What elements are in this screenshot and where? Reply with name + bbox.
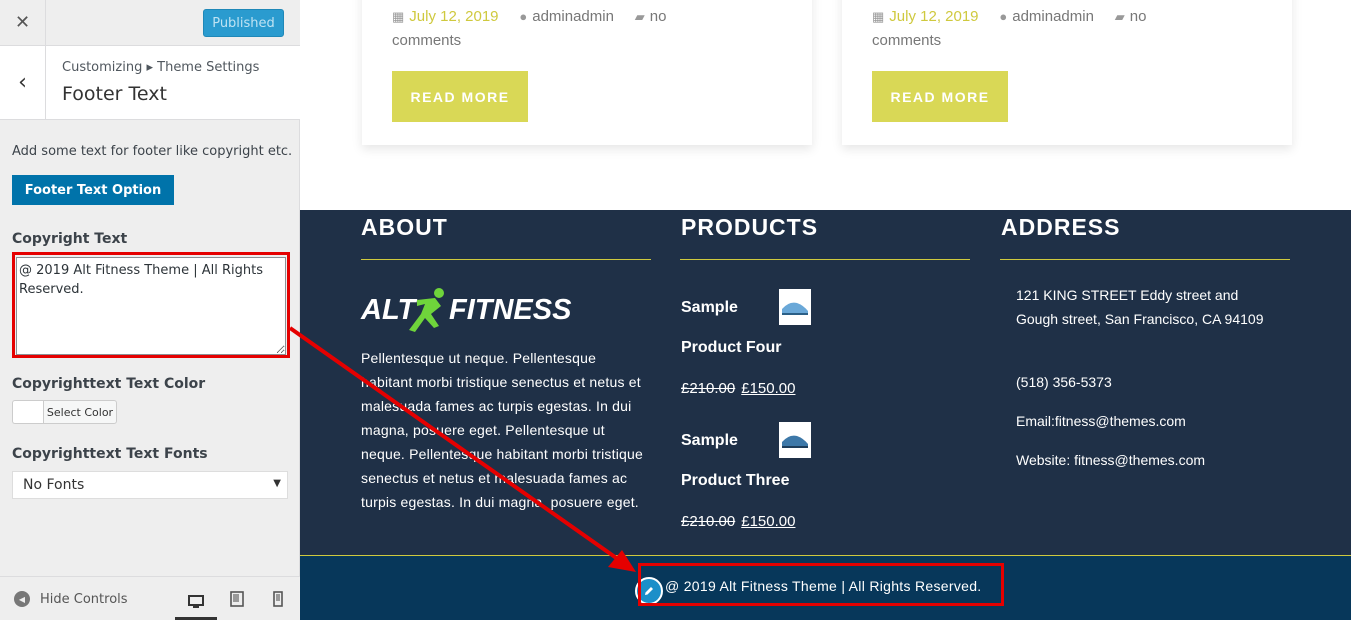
shoe-icon [782, 435, 808, 448]
post-comments-a[interactable]: no [1130, 8, 1147, 25]
fonts-select-value: No Fonts [23, 477, 85, 493]
sale-price: £150.00 [741, 513, 796, 530]
copyright-text-label: Copyright Text [12, 231, 128, 247]
user-icon: ● [519, 9, 528, 24]
site-logo[interactable]: ALT FITNESS [361, 288, 572, 334]
shoe-icon [782, 302, 808, 315]
about-heading: ABOUT [361, 214, 448, 240]
website-text: Website: fitness@themes.com [1016, 452, 1206, 468]
hide-controls-label: Hide Controls [40, 591, 128, 607]
breadcrumb: Customizing ▸ Theme Settings [62, 60, 260, 75]
product-thumbnail[interactable] [779, 422, 811, 458]
desktop-icon [188, 595, 204, 608]
chevron-left-icon: ‹ [18, 70, 27, 95]
post-comments-b[interactable]: comments [392, 32, 461, 49]
highlight-box-field [12, 252, 290, 358]
divider [1000, 259, 1290, 260]
close-icon: ✕ [14, 12, 31, 33]
text-fonts-label: Copyrighttext Text Fonts [12, 446, 208, 462]
fonts-select[interactable]: No Fonts ▼ [12, 471, 288, 499]
product-name[interactable]: Sample [681, 299, 738, 317]
sale-price: £150.00 [741, 380, 796, 397]
product-name[interactable]: Product Four [681, 339, 781, 357]
post-meta: ▦ July 12, 2019 ● adminadmin ▰ no comments [872, 5, 1272, 53]
post-date[interactable]: July 12, 2019 [889, 8, 978, 25]
select-color-button[interactable]: Select Color [43, 400, 117, 424]
phone-text: (518) 356-5373 [1016, 374, 1112, 390]
caret-down-icon: ▼ [273, 478, 281, 489]
post-author[interactable]: adminadmin [532, 8, 614, 25]
section-header: ‹ Customizing ▸ Theme Settings Footer Te… [0, 46, 300, 120]
post-comments-a[interactable]: no [650, 8, 667, 25]
product-price: £210.00 £150.00 [681, 380, 795, 397]
publish-button[interactable]: Published [203, 9, 284, 37]
customizer-footer: ◀ Hide Controls [0, 576, 300, 620]
divider [680, 259, 970, 260]
comments-icon: ▰ [1114, 9, 1125, 24]
footer-text-option-button[interactable]: Footer Text Option [12, 175, 174, 205]
post-date[interactable]: July 12, 2019 [409, 8, 498, 25]
back-button[interactable]: ‹ [0, 46, 46, 119]
post-card: ▦ July 12, 2019 ● adminadmin ▰ no comments … [362, 0, 812, 145]
runner-icon [409, 288, 444, 332]
tablet-icon [230, 591, 244, 607]
old-price: £210.00 [681, 513, 736, 530]
calendar-icon: ▦ [872, 9, 885, 24]
logo-text-fitness: FITNESS [449, 294, 572, 326]
hide-controls-button[interactable]: ◀ Hide Controls [14, 591, 128, 607]
read-more-button[interactable]: READ MORE [392, 71, 528, 122]
close-customizer-button[interactable]: ✕ [0, 0, 46, 45]
product-name[interactable]: Product Three [681, 472, 789, 490]
read-more-button[interactable]: READ MORE [872, 71, 1008, 122]
desktop-preview-button[interactable] [175, 587, 217, 620]
comments-icon: ▰ [634, 9, 645, 24]
tablet-preview-button[interactable] [216, 587, 258, 611]
section-title: Footer Text [62, 83, 167, 105]
divider [361, 259, 651, 260]
old-price: £210.00 [681, 380, 736, 397]
products-heading: PRODUCTS [681, 214, 819, 240]
text-color-label: Copyrighttext Text Color [12, 376, 206, 392]
product-name[interactable]: Sample [681, 432, 738, 450]
post-meta: ▦ July 12, 2019 ● adminadmin ▰ no comments [392, 5, 792, 53]
user-icon: ● [999, 9, 1008, 24]
collapse-arrow-icon: ◀ [14, 591, 30, 607]
highlight-box-output [638, 563, 1004, 606]
address-heading: ADDRESS [1001, 214, 1121, 240]
customizer-header: ✕ Published [0, 0, 300, 46]
post-author[interactable]: adminadmin [1012, 8, 1094, 25]
product-thumbnail[interactable] [779, 289, 811, 325]
mobile-preview-button[interactable] [257, 587, 299, 611]
mobile-icon [273, 591, 283, 607]
post-card: ▦ July 12, 2019 ● adminadmin ▰ no comments … [842, 0, 1292, 145]
about-text: Pellentesque ut neque. Pellentesque habi… [361, 350, 643, 510]
site-preview: ▦ July 12, 2019 ● adminadmin ▰ no comments … [300, 0, 1351, 620]
color-swatch[interactable] [12, 400, 44, 424]
email-text: Email:fitness@themes.com [1016, 413, 1186, 429]
post-comments-b[interactable]: comments [872, 32, 941, 49]
address-text: 121 KING STREET Eddy street and Gough st… [1016, 287, 1264, 327]
product-price: £210.00 £150.00 [681, 513, 795, 530]
section-description: Add some text for footer like copyright … [12, 144, 293, 159]
customizer-sidebar: ✕ Published ‹ Customizing ▸ Theme Settin… [0, 0, 300, 620]
calendar-icon: ▦ [392, 9, 405, 24]
